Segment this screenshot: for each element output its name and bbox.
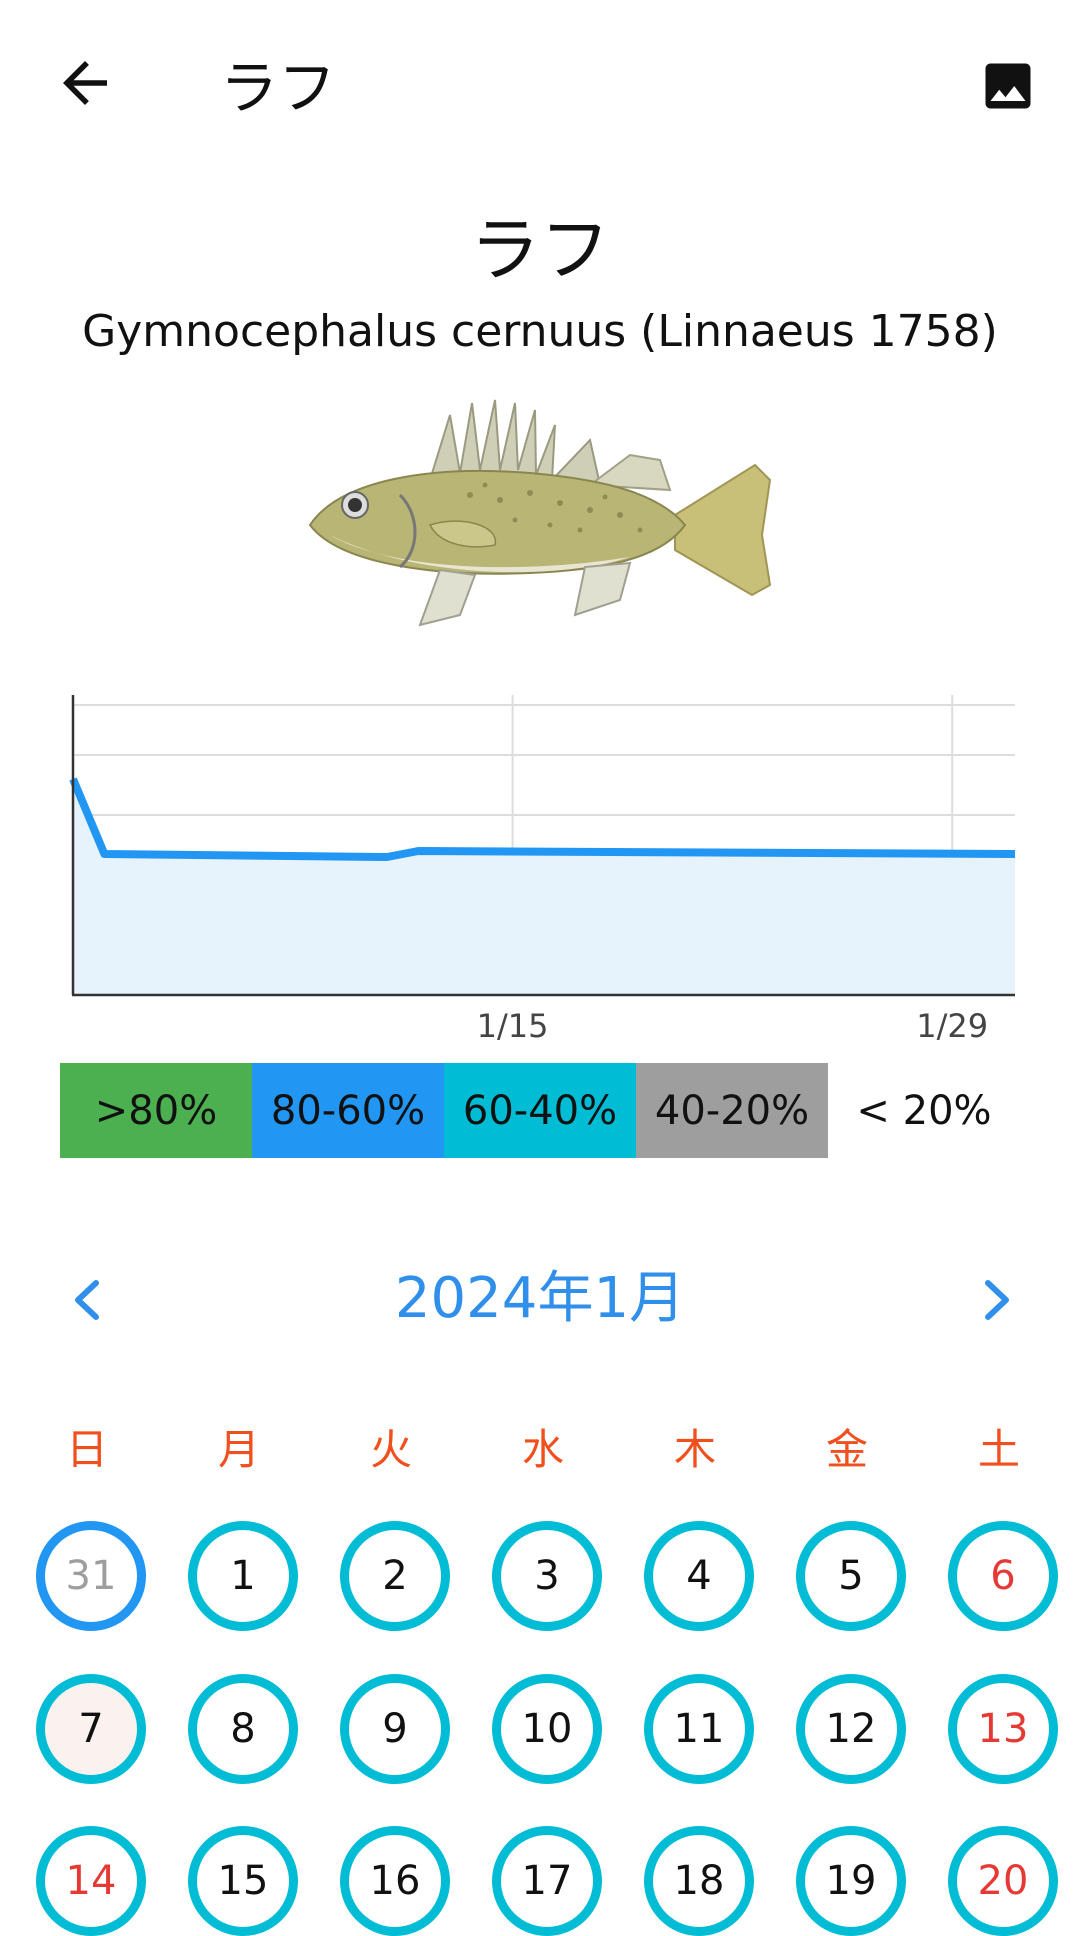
weekday-label: 木 xyxy=(673,1425,716,1474)
calendar-day[interactable]: 13 xyxy=(948,1674,1058,1784)
calendar-day[interactable]: 8 xyxy=(188,1674,298,1784)
calendar-day[interactable]: 10 xyxy=(492,1674,602,1784)
back-button[interactable] xyxy=(52,50,118,116)
legend-item: 60-40% xyxy=(444,1063,636,1158)
app-title: ラフ xyxy=(220,54,337,122)
calendar-month-label: 2024年1月 xyxy=(394,1266,686,1331)
tail-fin xyxy=(674,463,772,597)
calendar-day[interactable]: 6 xyxy=(948,1521,1058,1631)
calendar-day[interactable]: 12 xyxy=(796,1674,906,1784)
calendar-day[interactable]: 1 xyxy=(188,1521,298,1631)
chart-x-tick-label: 1/29 xyxy=(916,1007,988,1045)
gallery-button[interactable] xyxy=(978,56,1038,116)
image-icon xyxy=(985,63,1031,109)
calendar-day[interactable]: 3 xyxy=(492,1521,602,1631)
chart-series-line xyxy=(69,777,1016,861)
calendar-day[interactable]: 11 xyxy=(644,1674,754,1784)
weekday-label: 金 xyxy=(825,1425,868,1474)
anal-fin xyxy=(573,561,632,617)
weekday-label: 水 xyxy=(521,1425,564,1474)
calendar-day[interactable]: 7 xyxy=(36,1674,146,1784)
calendar-day[interactable]: 31 xyxy=(36,1521,146,1631)
chart-area-fill xyxy=(73,779,1015,995)
probability-legend: >80% 80-60% 60-40% 40-20% < 20% xyxy=(60,1063,1020,1158)
legend-item: 40-20% xyxy=(636,1063,828,1158)
legend-item: < 20% xyxy=(828,1063,1020,1158)
calendar-day[interactable]: 2 xyxy=(340,1521,450,1631)
app-bar: ラフ xyxy=(0,0,1080,170)
fish-illustration xyxy=(308,399,772,627)
calendar-day[interactable]: 9 xyxy=(340,1674,450,1784)
weekday-label: 日 xyxy=(65,1425,108,1474)
next-month-button[interactable] xyxy=(972,1267,1022,1333)
species-name: ラフ xyxy=(470,209,610,291)
weekday-header: 日月火水木金土 xyxy=(0,1415,1080,1485)
calendar-header: 2024年1月 xyxy=(0,1245,1080,1355)
species-scientific-name: Gymnocephalus cernuus (Linnaeus 1758) xyxy=(82,306,998,357)
calendar-day[interactable]: 4 xyxy=(644,1521,754,1631)
legend-item: 80-60% xyxy=(252,1063,444,1158)
arrow-back-icon xyxy=(63,61,107,105)
probability-chart: 1/15 1/29 xyxy=(69,695,1016,1045)
legend-item: >80% xyxy=(60,1063,252,1158)
pelvic-fin xyxy=(418,568,477,627)
weekday-label: 月 xyxy=(217,1425,260,1474)
weekday-label: 土 xyxy=(977,1425,1020,1474)
weekday-label: 火 xyxy=(369,1425,412,1474)
chart-x-tick-label: 1/15 xyxy=(477,1007,549,1045)
chevron-right-icon xyxy=(985,1280,1009,1320)
calendar-day[interactable]: 5 xyxy=(796,1521,906,1631)
